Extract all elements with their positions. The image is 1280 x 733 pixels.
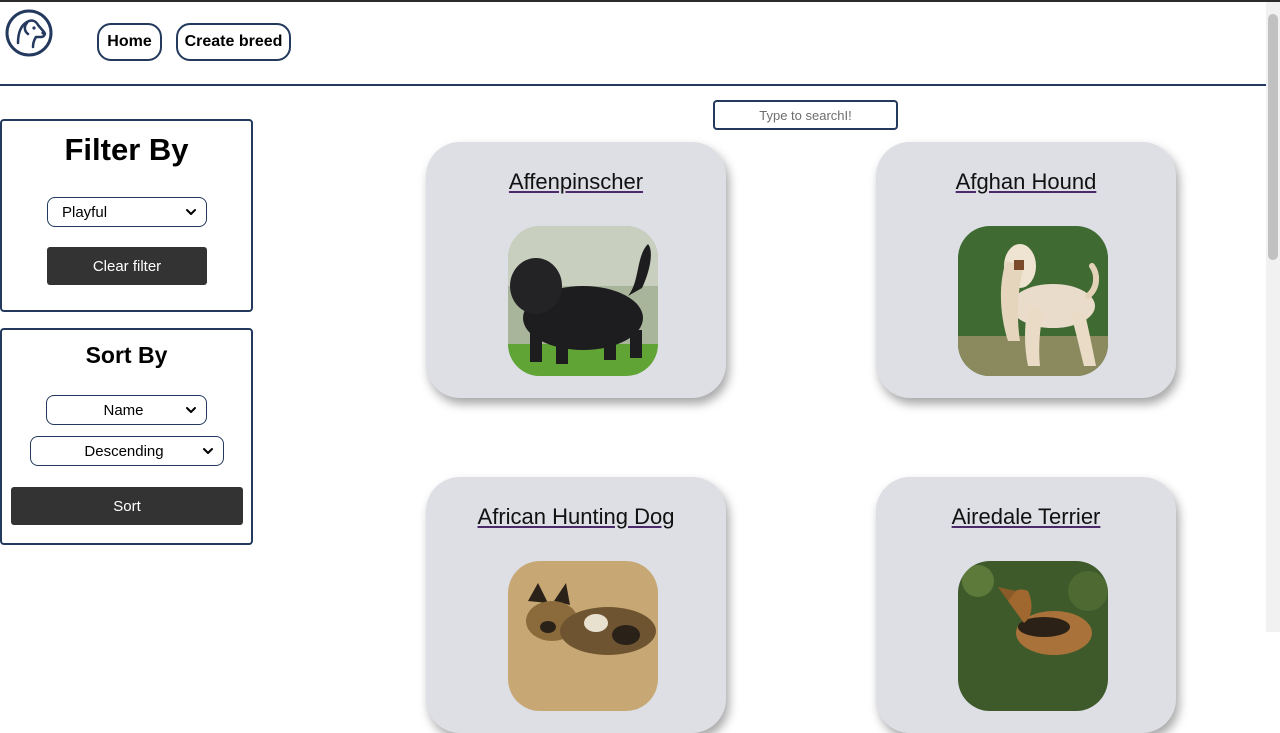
nav-create-breed-button[interactable]: Create breed	[176, 23, 291, 61]
breed-name-link[interactable]: Airedale Terrier	[876, 504, 1176, 530]
sort-button[interactable]: Sort	[11, 487, 243, 525]
sort-field-select[interactable]: Name	[46, 395, 207, 425]
breed-card[interactable]: Airedale Terrier	[876, 477, 1176, 733]
breed-photo	[958, 561, 1108, 711]
dog-head-logo-icon[interactable]	[5, 9, 53, 57]
header-divider	[0, 84, 1266, 86]
sort-field-value: Name	[103, 401, 144, 419]
breed-photo	[508, 226, 658, 376]
breed-photo	[508, 561, 658, 711]
scrollbar-thumb[interactable]	[1268, 14, 1278, 260]
breed-card[interactable]: African Hunting Dog	[426, 477, 726, 733]
chevron-down-icon	[203, 448, 213, 454]
temperament-select-value: Playful	[62, 203, 108, 221]
sort-title: Sort By	[85, 342, 168, 368]
chevron-down-icon	[186, 209, 196, 215]
search-input[interactable]	[713, 100, 898, 130]
filter-panel: Filter By Playful Clear filter	[0, 119, 253, 312]
breed-card[interactable]: Afghan Hound	[876, 142, 1176, 398]
header: Home Create breed	[0, 2, 1266, 84]
nav-home-button[interactable]: Home	[97, 23, 162, 61]
sort-order-select[interactable]: Descending	[30, 436, 224, 466]
sort-order-value: Descending	[84, 442, 164, 460]
chevron-down-icon	[186, 407, 196, 413]
breed-name-link[interactable]: African Hunting Dog	[426, 504, 726, 530]
temperament-select[interactable]: Playful	[47, 197, 207, 227]
sort-panel: Sort By Name Descending Sort	[0, 328, 253, 545]
breed-photo	[958, 226, 1108, 376]
breed-name-link[interactable]: Affenpinscher	[426, 169, 726, 195]
breed-name-link[interactable]: Afghan Hound	[876, 169, 1176, 195]
filter-title: Filter By	[64, 132, 189, 167]
breed-card[interactable]: Affenpinscher	[426, 142, 726, 398]
clear-filter-button[interactable]: Clear filter	[47, 247, 207, 285]
